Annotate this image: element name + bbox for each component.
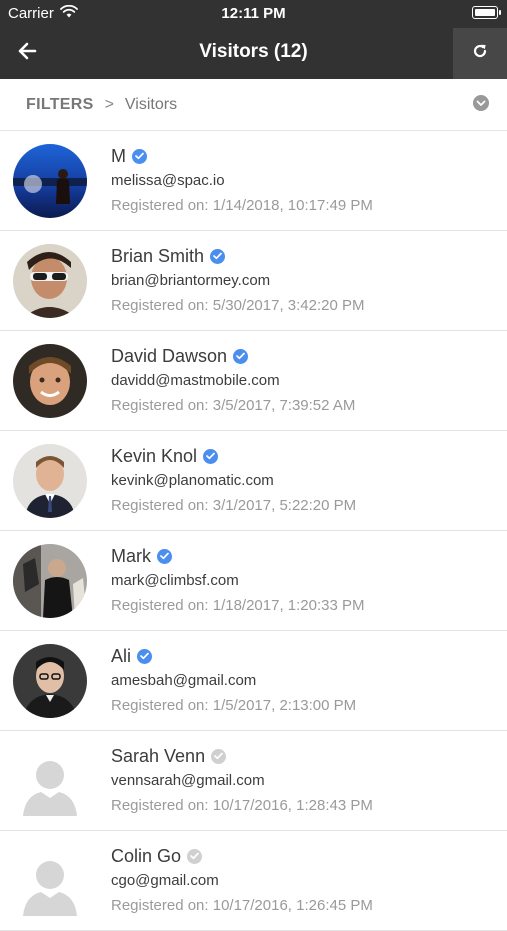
filters-label[interactable]: FILTERS bbox=[26, 96, 94, 114]
visitor-name: Brian Smith bbox=[111, 245, 205, 266]
page-title: Visitors (12) bbox=[199, 41, 308, 62]
avatar bbox=[13, 144, 87, 218]
visitor-name: Kevin Knol bbox=[111, 445, 198, 466]
visitor-registered: Registered on: 1/14/2018, 10:17:49 PM bbox=[111, 197, 373, 214]
refresh-button[interactable] bbox=[453, 28, 507, 79]
visitor-email: davidd@mastmobile.com bbox=[111, 372, 280, 389]
refresh-icon bbox=[472, 43, 488, 64]
list-item[interactable]: Ali amesbah@gmail.com Registered on: 1/5… bbox=[0, 631, 507, 731]
avatar bbox=[13, 744, 87, 818]
visitor-registered: Registered on: 1/18/2017, 1:20:33 PM bbox=[111, 597, 365, 614]
visitor-registered: Registered on: 10/17/2016, 1:28:43 PM bbox=[111, 797, 373, 814]
visitor-registered: Registered on: 3/5/2017, 7:39:52 AM bbox=[111, 397, 356, 414]
visitor-name: Sarah Venn bbox=[111, 745, 206, 766]
avatar bbox=[13, 444, 87, 518]
check-badge-icon bbox=[211, 748, 227, 764]
visitor-registered: Registered on: 1/5/2017, 2:13:00 PM bbox=[111, 697, 357, 714]
avatar bbox=[13, 644, 87, 718]
check-badge-icon bbox=[233, 348, 249, 364]
visitor-name: Colin Go bbox=[111, 845, 182, 866]
visitor-email: brian@briantormey.com bbox=[111, 272, 271, 289]
status-bar: Carrier 12:11 PM bbox=[0, 0, 507, 28]
list-item[interactable]: David Dawson davidd@mastmobile.com Regis… bbox=[0, 331, 507, 431]
visitor-email: kevink@planomatic.com bbox=[111, 472, 274, 489]
visitor-email: melissa@spac.io bbox=[111, 172, 225, 189]
check-badge-icon bbox=[210, 248, 226, 264]
check-badge-icon bbox=[137, 648, 153, 664]
visitor-name: M bbox=[111, 145, 126, 166]
list-item[interactable]: Kevin Knol kevink@planomatic.com Registe… bbox=[0, 431, 507, 531]
list-item[interactable]: Sarah Venn vennsarah@gmail.com Registere… bbox=[0, 731, 507, 831]
breadcrumb-separator: > bbox=[104, 95, 114, 113]
visitor-name: Mark bbox=[111, 545, 151, 566]
list-item[interactable]: Brian Smith brian@briantormey.com Regist… bbox=[0, 231, 507, 331]
chevron-down-circle-icon[interactable] bbox=[473, 95, 489, 111]
avatar bbox=[13, 844, 87, 918]
check-badge-icon bbox=[203, 448, 219, 464]
list-item[interactable]: Mark mark@climbsf.com Registered on: 1/1… bbox=[0, 531, 507, 631]
visitor-name: David Dawson bbox=[111, 345, 228, 366]
visitor-registered: Registered on: 10/17/2016, 1:26:45 PM bbox=[111, 897, 373, 914]
avatar bbox=[13, 544, 87, 618]
visitor-email: vennsarah@gmail.com bbox=[111, 772, 265, 789]
status-time: 12:11 PM bbox=[221, 5, 286, 22]
visitor-registered: Registered on: 3/1/2017, 5:22:20 PM bbox=[111, 497, 357, 514]
breadcrumb-visitors: Visitors bbox=[124, 95, 178, 113]
avatar bbox=[13, 244, 87, 318]
visitor-list: M melissa@spac.io Registered on: 1/14/20… bbox=[0, 131, 507, 931]
visitor-email: mark@climbsf.com bbox=[111, 572, 239, 589]
visitor-email: amesbah@gmail.com bbox=[111, 672, 257, 689]
nav-bar: Visitors (12) bbox=[0, 28, 507, 79]
list-item[interactable]: M melissa@spac.io Registered on: 1/14/20… bbox=[0, 131, 507, 231]
person-placeholder-icon bbox=[13, 844, 87, 918]
battery-icon bbox=[472, 6, 501, 19]
visitor-registered: Registered on: 5/30/2017, 3:42:20 PM bbox=[111, 297, 365, 314]
filters-bar[interactable]: FILTERS > Visitors bbox=[0, 79, 507, 131]
person-placeholder-icon bbox=[13, 744, 87, 818]
check-badge-icon bbox=[132, 148, 147, 164]
check-badge-icon bbox=[157, 548, 172, 564]
visitor-email: cgo@gmail.com bbox=[111, 872, 219, 889]
check-badge-icon bbox=[187, 848, 203, 864]
visitor-name: Ali bbox=[111, 645, 132, 666]
avatar bbox=[13, 344, 87, 418]
list-item[interactable]: Colin Go cgo@gmail.com Registered on: 10… bbox=[0, 831, 507, 931]
